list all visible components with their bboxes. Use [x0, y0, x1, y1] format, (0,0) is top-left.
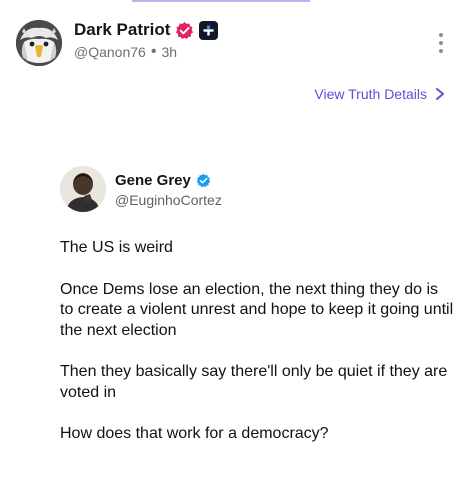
quoted-handle[interactable]: @EuginhoCortez	[115, 192, 222, 208]
author-meta-row: @Qanon76 • 3h	[74, 43, 177, 61]
quoted-display-name[interactable]: Gene Grey	[115, 172, 191, 189]
quoted-paragraph: The US is weird	[60, 239, 173, 256]
post-header: Dark Patriot @Qanon76 • 3h	[0, 0, 471, 80]
quoted-paragraph: Then they basically say there'll only be…	[60, 363, 448, 401]
quoted-paragraph: Once Dems lose an election, the next thi…	[60, 280, 454, 339]
author-handle[interactable]: @Qanon76	[74, 44, 146, 60]
quoted-post-body: The US is weird Once Dems lose an electi…	[60, 238, 455, 445]
verified-badge-icon	[175, 21, 194, 40]
author-avatar[interactable]	[16, 20, 62, 66]
quoted-author-avatar[interactable]	[60, 166, 106, 212]
view-truth-details-label: View Truth Details	[314, 86, 427, 102]
kebab-dot	[439, 41, 443, 45]
kebab-dot	[439, 33, 443, 37]
plus-badge-icon	[199, 20, 219, 40]
chevron-right-icon	[436, 88, 444, 100]
eagle-avatar-icon	[16, 20, 62, 66]
kebab-dot	[439, 49, 443, 53]
vertical-ellipsis-icon[interactable]	[432, 30, 450, 56]
view-truth-details-link[interactable]: View Truth Details	[314, 86, 445, 102]
post-timestamp: 3h	[161, 44, 178, 60]
quoted-name-row: Gene Grey	[115, 172, 211, 189]
author-name-row: Dark Patriot	[74, 20, 219, 40]
blue-verified-badge-icon	[196, 173, 211, 188]
author-display-name[interactable]: Dark Patriot	[74, 20, 170, 40]
quoted-paragraph: How does that work for a democracy?	[60, 425, 329, 442]
person-avatar-icon	[60, 166, 106, 212]
separator-dot: •	[150, 43, 157, 60]
